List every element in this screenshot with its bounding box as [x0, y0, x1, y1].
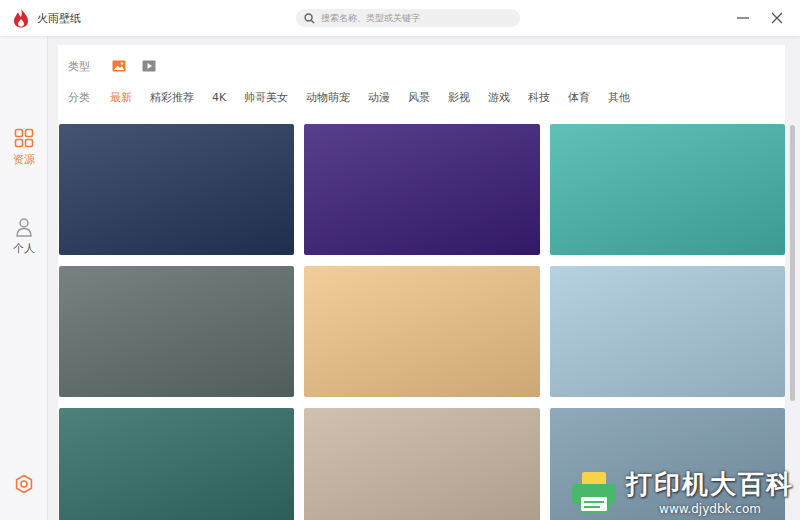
search-icon	[304, 13, 315, 24]
wallpaper-card[interactable]	[59, 266, 294, 397]
sidebar: 资源个人	[0, 36, 48, 520]
resource-panel: 类型分类 最新 精彩推荐 4K 帅哥美女 动物萌宠 动漫 风景 影视 游戏 科技 体育 其他	[58, 45, 785, 520]
category-tab[interactable]: 4K	[212, 91, 226, 104]
watermark: 打印机大百科www.djydbk.com	[570, 467, 794, 516]
category-tab[interactable]: 动漫	[368, 90, 390, 105]
wallpaper-card[interactable]	[550, 124, 785, 255]
image-icon	[112, 60, 126, 72]
type-label: 类型	[68, 59, 90, 74]
type-option[interactable]	[142, 60, 156, 72]
video-icon	[142, 60, 156, 72]
category-tab[interactable]: 最新	[110, 90, 132, 105]
category-label: 分类	[68, 90, 90, 105]
category-tab[interactable]: 体育	[568, 90, 590, 105]
category-tab[interactable]: 动物萌宠	[306, 90, 350, 105]
wallpaper-app: 火雨壁纸 搜索名称、类型或关键字资源个人 类型分类 最新 精彩推荐 4K 帅哥美女 动物萌宠 动…	[0, 0, 800, 520]
wallpaper-grid	[58, 124, 785, 520]
settings-icon[interactable]	[14, 474, 34, 494]
wallpaper-card[interactable]	[304, 266, 539, 397]
filter-bar: 类型分类 最新 精彩推荐 4K 帅哥美女 动物萌宠 动漫 风景 影视 游戏 科技 体育 其他	[58, 45, 785, 124]
window-title: 火雨壁纸	[37, 11, 81, 26]
content-area: 类型分类 最新 精彩推荐 4K 帅哥美女 动物萌宠 动漫 风景 影视 游戏 科技 体育 其他	[48, 36, 800, 520]
scrollbar-thumb[interactable]	[790, 125, 795, 401]
category-tab[interactable]: 其他	[608, 90, 630, 105]
printer-icon	[570, 470, 618, 514]
grid-icon	[14, 128, 34, 148]
sidebar-label: 资源	[13, 152, 35, 167]
wallpaper-card[interactable]	[304, 408, 539, 520]
scrollbar[interactable]	[785, 45, 800, 520]
wallpaper-card[interactable]	[550, 266, 785, 397]
user-icon	[14, 217, 34, 237]
category-tab[interactable]: 游戏	[488, 90, 510, 105]
search-field[interactable]: 搜索名称、类型或关键字	[296, 9, 520, 27]
category-tab[interactable]: 风景	[408, 90, 430, 105]
flame-logo-icon	[12, 8, 30, 28]
minimize-icon[interactable]	[736, 11, 750, 25]
watermark-title: 打印机大百科	[626, 467, 794, 502]
wallpaper-card[interactable]	[304, 124, 539, 255]
type-option[interactable]	[112, 60, 126, 72]
close-icon[interactable]	[770, 11, 784, 25]
wallpaper-card[interactable]	[59, 408, 294, 520]
title-bar: 火雨壁纸 搜索名称、类型或关键字	[0, 0, 800, 36]
watermark-url: www.djydbk.com	[659, 502, 761, 516]
sidebar-label: 个人	[13, 241, 35, 256]
sidebar-item[interactable]: 资源	[13, 128, 35, 167]
category-tab[interactable]: 科技	[528, 90, 550, 105]
wallpaper-card[interactable]	[59, 124, 294, 255]
search-placeholder: 搜索名称、类型或关键字	[321, 12, 420, 25]
category-tab[interactable]: 影视	[448, 90, 470, 105]
category-tab[interactable]: 帅哥美女	[244, 90, 288, 105]
category-tab[interactable]: 精彩推荐	[150, 90, 194, 105]
sidebar-item[interactable]: 个人	[13, 217, 35, 256]
brand: 火雨壁纸	[0, 8, 280, 28]
